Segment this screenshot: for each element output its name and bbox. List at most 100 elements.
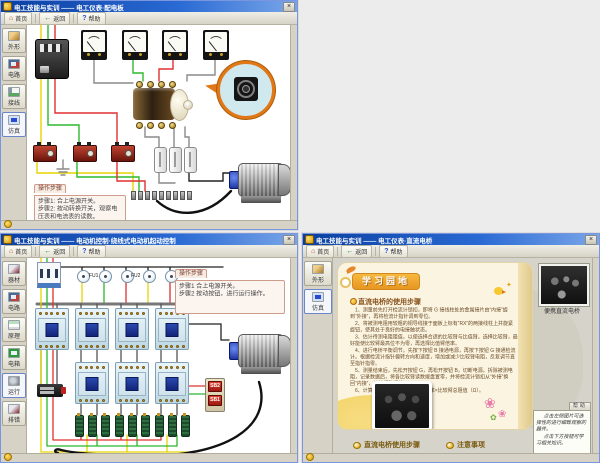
- learning-page: 学习园地 ✦ 直流电桥的使用步骤 1、测量前先打开检流计锁扣，即将 G 接线柱处…: [337, 262, 533, 430]
- thumbnail-label: 便携直流电桥: [531, 306, 593, 315]
- simulation-canvas: FU1 FU2 SB2 SB1 操作步骤 步骤1 合上电源开关。 步骤2 按动按…: [27, 258, 293, 456]
- home-button[interactable]: ⌂首页: [4, 245, 32, 258]
- view-sidebar: 外形 仿真: [303, 258, 333, 454]
- power-switch[interactable]: [35, 39, 69, 79]
- contactor: [75, 362, 109, 404]
- sidebar-item-circuit[interactable]: 电路: [2, 289, 26, 314]
- window-title: 电工技能与实训 —— 电工仪表·配电板: [14, 2, 283, 12]
- wound-rotor-motor: [229, 332, 291, 376]
- device-thumbnail[interactable]: [539, 264, 589, 306]
- link-usage-steps[interactable]: 直流电桥使用步骤: [353, 440, 420, 450]
- title-bar[interactable]: 电工技能与实训 —— 电工仪表·直流电桥 ×: [303, 234, 599, 245]
- switch-knob-icon: [234, 77, 258, 101]
- home-button[interactable]: ⌂首页: [306, 245, 334, 258]
- circuit-icon: [8, 59, 20, 69]
- changeover-switch[interactable]: [133, 81, 189, 127]
- title-bar[interactable]: 电工技能与实训 —— 电动机控制·绕线式电动机起动控制 ×: [1, 234, 297, 245]
- close-icon[interactable]: ×: [585, 235, 597, 245]
- back-button[interactable]: ←返回: [39, 245, 70, 258]
- toolbar: ⌂首页 ←返回 ?帮助: [1, 245, 297, 258]
- fuse: [143, 270, 156, 283]
- content-title: 直流电桥的使用步骤: [358, 297, 421, 307]
- starting-resistors: [75, 415, 110, 437]
- flower-icon: ❀: [498, 409, 506, 420]
- link-precautions[interactable]: 注意事项: [446, 440, 485, 450]
- status-strip: [1, 453, 297, 462]
- push-button-station[interactable]: SB2 SB1: [205, 378, 225, 412]
- close-icon[interactable]: ×: [283, 2, 295, 12]
- start-button[interactable]: SB2: [208, 381, 222, 392]
- view-sidebar: 外形 电路 接线 仿真: [1, 25, 27, 221]
- sidebar-item-troubleshoot[interactable]: 排错: [2, 401, 26, 426]
- motor-control-window: 电工技能与实训 —— 电动机控制·绕线式电动机起动控制 × ⌂首页 ←返回 ?帮…: [0, 233, 298, 463]
- fuse-link: [154, 147, 167, 173]
- power-switch[interactable]: [37, 262, 61, 288]
- sidebar-item-appearance[interactable]: 外形: [2, 28, 26, 53]
- sidebar-item-wiring[interactable]: 接线: [2, 84, 26, 109]
- toolbar-separator: [337, 247, 338, 256]
- close-icon[interactable]: ×: [283, 235, 295, 245]
- instruction-step: 2、将被测电阻用较粗的铜导线接于面板上标有“RX”的两接线柱上并旋紧旋钮，使其处…: [350, 321, 518, 334]
- knife-switch[interactable]: [37, 384, 63, 397]
- motor: [229, 161, 291, 205]
- sidebar-item-principle[interactable]: 原理: [2, 317, 26, 342]
- circuit-icon: [8, 292, 20, 302]
- contactor: [115, 308, 149, 350]
- sidebar-item-panel[interactable]: 电箱: [2, 345, 26, 370]
- help-icon: ?: [384, 248, 388, 255]
- home-button[interactable]: ⌂首页: [4, 12, 32, 25]
- window-title: 电工技能与实训 —— 电动机控制·绕线式电动机起动控制: [14, 235, 283, 245]
- help-button[interactable]: ?帮助: [77, 245, 105, 258]
- sidebar-item-simulation[interactable]: 仿真: [2, 112, 26, 137]
- ring-icon: [340, 277, 351, 288]
- help-icon: ?: [82, 15, 86, 22]
- sidebar-item-appearance[interactable]: 外形: [304, 261, 332, 286]
- home-icon: ⌂: [9, 15, 13, 22]
- title-bar[interactable]: 电工技能与实训 —— 电工仪表·配电板 ×: [1, 1, 297, 12]
- instruction-step: 3、估计待测电阻阻值，以便选择合适的比较臂与比值臂。选择比较臂，最好能使比较臂最…: [350, 334, 518, 347]
- sidebar-item-simulation[interactable]: 仿真: [304, 289, 332, 314]
- status-strip: [1, 220, 297, 229]
- sidebar-item-run[interactable]: 运行: [2, 373, 26, 398]
- contactor: [115, 362, 149, 404]
- terminal-strip: [131, 191, 192, 200]
- home-icon: ⌂: [311, 248, 315, 255]
- toolbar: ⌂首页 ←返回 ?帮助: [1, 12, 297, 25]
- page-header: 学习园地: [352, 273, 420, 290]
- ammeter: [81, 30, 107, 60]
- simulation-canvas: 操作步骤 步骤1: 合上电源开关。 步骤2: 按动转换开关，观察电压表和电流表的…: [27, 25, 293, 223]
- help-button[interactable]: ?帮助: [77, 12, 105, 25]
- back-button[interactable]: ←返回: [39, 12, 70, 25]
- sparkle-icon: ✦: [506, 281, 512, 289]
- toolbar-separator: [73, 247, 74, 256]
- music-icon[interactable]: [4, 220, 12, 228]
- help-line: 点击下方按钮可学习相关知识。: [536, 434, 588, 447]
- knob-magnifier-callout[interactable]: [217, 61, 275, 119]
- current-transformer: [111, 145, 135, 162]
- current-transformer: [33, 145, 57, 162]
- ammeter: [122, 30, 148, 60]
- music-icon[interactable]: [306, 453, 314, 461]
- contactor: [155, 308, 189, 350]
- step-line: 步骤1: 合上电源开关。: [38, 198, 122, 206]
- back-button[interactable]: ←返回: [341, 245, 372, 258]
- music-icon[interactable]: [4, 453, 12, 461]
- document-icon: [8, 320, 20, 330]
- toolbar: ⌂首页 ←返回 ?帮助: [303, 245, 599, 258]
- step-line: 步骤2: 按动转换开关，观察电压表和电流表的读数。: [38, 206, 122, 221]
- bottom-links: 直流电桥使用步骤 注意事项: [353, 440, 485, 450]
- equipment-icon: [8, 264, 20, 274]
- help-button[interactable]: ?帮助: [379, 245, 407, 258]
- window-edge: [290, 25, 297, 221]
- sidebar-item-circuit[interactable]: 电路: [2, 56, 26, 81]
- stop-button[interactable]: SB1: [208, 395, 222, 406]
- sidebar-item-equipment[interactable]: 器材: [2, 261, 26, 286]
- cube-icon: [8, 31, 20, 41]
- toolbar-separator: [73, 14, 74, 23]
- instruction-step: 1、测量前先打开检流计锁扣，即将 G 接线柱处的金属接片由“内接”旋到“外接”，…: [350, 307, 518, 320]
- voltmeter: [162, 30, 188, 60]
- duck-icon: [494, 287, 503, 295]
- home-icon: ⌂: [9, 248, 13, 255]
- fuse-label: FU1: [89, 273, 98, 279]
- flower-icon: ❀: [484, 395, 496, 412]
